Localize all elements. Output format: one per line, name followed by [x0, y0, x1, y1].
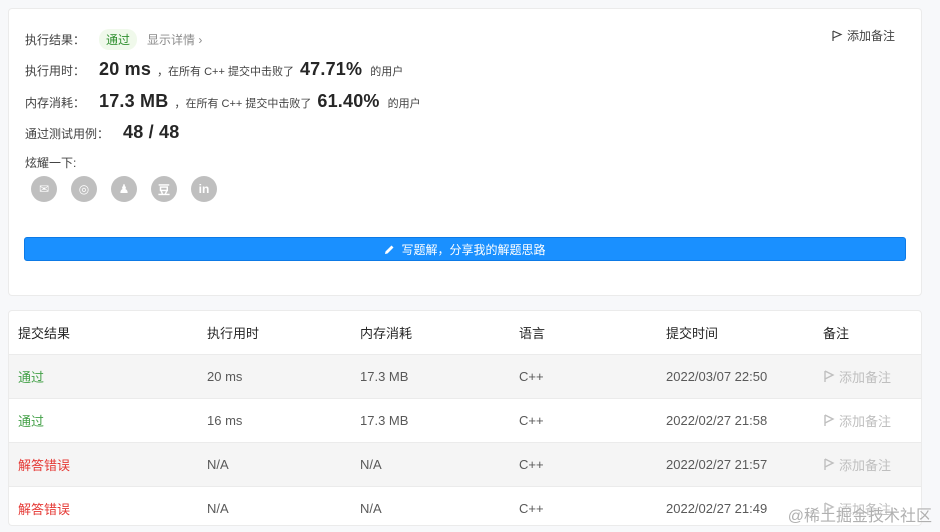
- runtime-row: 执行用时： 20 ms ，在所有 C++ 提交中击败了 47.71% 的用户: [25, 59, 403, 80]
- submission-memory: N/A: [351, 441, 510, 486]
- share-label: 炫耀一下:: [25, 156, 77, 170]
- weibo-icon[interactable]: ◎: [71, 176, 97, 202]
- qq-icon[interactable]: ♟: [111, 176, 137, 202]
- share-icons: ✉ ◎ ♟ 豆 in: [31, 176, 217, 202]
- submission-runtime: 20 ms: [198, 353, 351, 398]
- status-badge: 通过: [99, 29, 138, 50]
- col-header-status: 提交结果: [18, 325, 71, 341]
- memory-label: 内存消耗：: [25, 96, 86, 110]
- table-row[interactable]: 解答错误 N/A N/A C++ 2022/02/27 21:57 添加备注: [9, 441, 921, 486]
- add-note-label: 添加备注: [839, 413, 892, 429]
- submission-memory: N/A: [351, 485, 510, 525]
- submission-note-cell[interactable]: 添加备注: [814, 397, 921, 442]
- flag-icon: [824, 413, 835, 426]
- submissions-table-card: 提交结果 执行用时 内存消耗 语言 提交时间 备注 通过 20 ms 17.3 …: [8, 310, 922, 526]
- submission-runtime: N/A: [198, 441, 351, 486]
- douban-icon[interactable]: 豆: [151, 176, 177, 202]
- write-solution-label: 写题解，分享我的解题思路: [401, 242, 546, 257]
- col-header-time: 提交时间: [666, 325, 719, 341]
- memory-tail-text: 的用户: [387, 98, 421, 110]
- submission-status[interactable]: 解答错误: [9, 485, 198, 525]
- submission-time: 2022/02/27 21:57: [657, 441, 814, 486]
- wechat-icon[interactable]: ✉: [31, 176, 57, 202]
- submission-memory: 17.3 MB: [351, 397, 510, 442]
- runtime-tail-text: 的用户: [370, 66, 404, 78]
- flag-icon: [832, 29, 843, 41]
- add-note-label: 添加备注: [846, 29, 895, 43]
- table-row[interactable]: 通过 20 ms 17.3 MB C++ 2022/03/07 22:50 添加…: [9, 353, 921, 398]
- submission-status[interactable]: 解答错误: [9, 441, 198, 486]
- runtime-percentile: 47.71%: [299, 59, 363, 79]
- submission-status[interactable]: 通过: [9, 353, 198, 398]
- show-detail-link[interactable]: 显示详情 ›: [147, 31, 202, 48]
- testcase-label: 通过测试用例：: [25, 127, 110, 141]
- memory-percentile: 61.40%: [317, 91, 380, 111]
- watermark: @稀土掘金技术社区: [787, 508, 932, 525]
- runtime-label: 执行用时：: [25, 64, 86, 78]
- memory-mid-text: ，在所有 C++ 提交中击败了: [174, 98, 312, 110]
- exec-result-label: 执行结果：: [25, 33, 86, 47]
- testcase-value: 48 / 48: [123, 122, 180, 142]
- submissions-table: 提交结果 执行用时 内存消耗 语言 提交时间 备注 通过 20 ms 17.3 …: [9, 311, 921, 525]
- flag-icon: [824, 457, 835, 470]
- submission-runtime: N/A: [198, 485, 351, 525]
- testcase-row: 通过测试用例： 48 / 48: [25, 122, 179, 143]
- col-header-note: 备注: [823, 325, 850, 341]
- linkedin-icon[interactable]: in: [191, 176, 217, 202]
- table-row[interactable]: 通过 16 ms 17.3 MB C++ 2022/02/27 21:58 添加…: [9, 397, 921, 442]
- flag-icon: [824, 369, 835, 382]
- pencil-icon: [385, 245, 394, 254]
- runtime-mid-text: ，在所有 C++ 提交中击败了: [157, 66, 294, 78]
- submission-language: C++: [510, 397, 657, 442]
- col-header-runtime: 执行用时: [207, 325, 260, 341]
- submission-memory: 17.3 MB: [351, 353, 510, 398]
- submission-language: C++: [510, 353, 657, 398]
- submission-note-cell[interactable]: 添加备注: [814, 353, 921, 398]
- submission-language: C++: [510, 441, 657, 486]
- table-header-row: 提交结果 执行用时 内存消耗 语言 提交时间 备注: [9, 311, 921, 354]
- submission-language: C++: [510, 485, 657, 525]
- memory-row: 内存消耗： 17.3 MB ，在所有 C++ 提交中击败了 61.40% 的用户: [25, 91, 421, 112]
- col-header-memory: 内存消耗: [360, 325, 413, 341]
- runtime-value: 20 ms: [99, 59, 152, 79]
- share-row: 炫耀一下:: [25, 154, 76, 171]
- submission-status[interactable]: 通过: [9, 397, 198, 442]
- add-note-label: 添加备注: [839, 369, 892, 385]
- submission-time: 2022/02/27 21:58: [657, 397, 814, 442]
- write-solution-button[interactable]: 写题解，分享我的解题思路: [24, 237, 906, 261]
- table-row[interactable]: 解答错误 N/A N/A C++ 2022/02/27 21:49 添加备注: [9, 485, 921, 525]
- submission-note-cell[interactable]: 添加备注: [814, 441, 921, 486]
- submission-runtime: 16 ms: [198, 397, 351, 442]
- add-note-button[interactable]: 添加备注: [831, 27, 895, 44]
- result-card: 执行结果： 通过 显示详情 › 添加备注 执行用时： 20 ms ，在所有 C+…: [8, 8, 922, 296]
- memory-value: 17.3 MB: [99, 91, 169, 111]
- col-header-language: 语言: [519, 325, 546, 341]
- submission-time: 2022/03/07 22:50: [657, 353, 814, 398]
- exec-result-row: 执行结果： 通过 显示详情 ›: [25, 29, 202, 50]
- add-note-label: 添加备注: [839, 457, 892, 473]
